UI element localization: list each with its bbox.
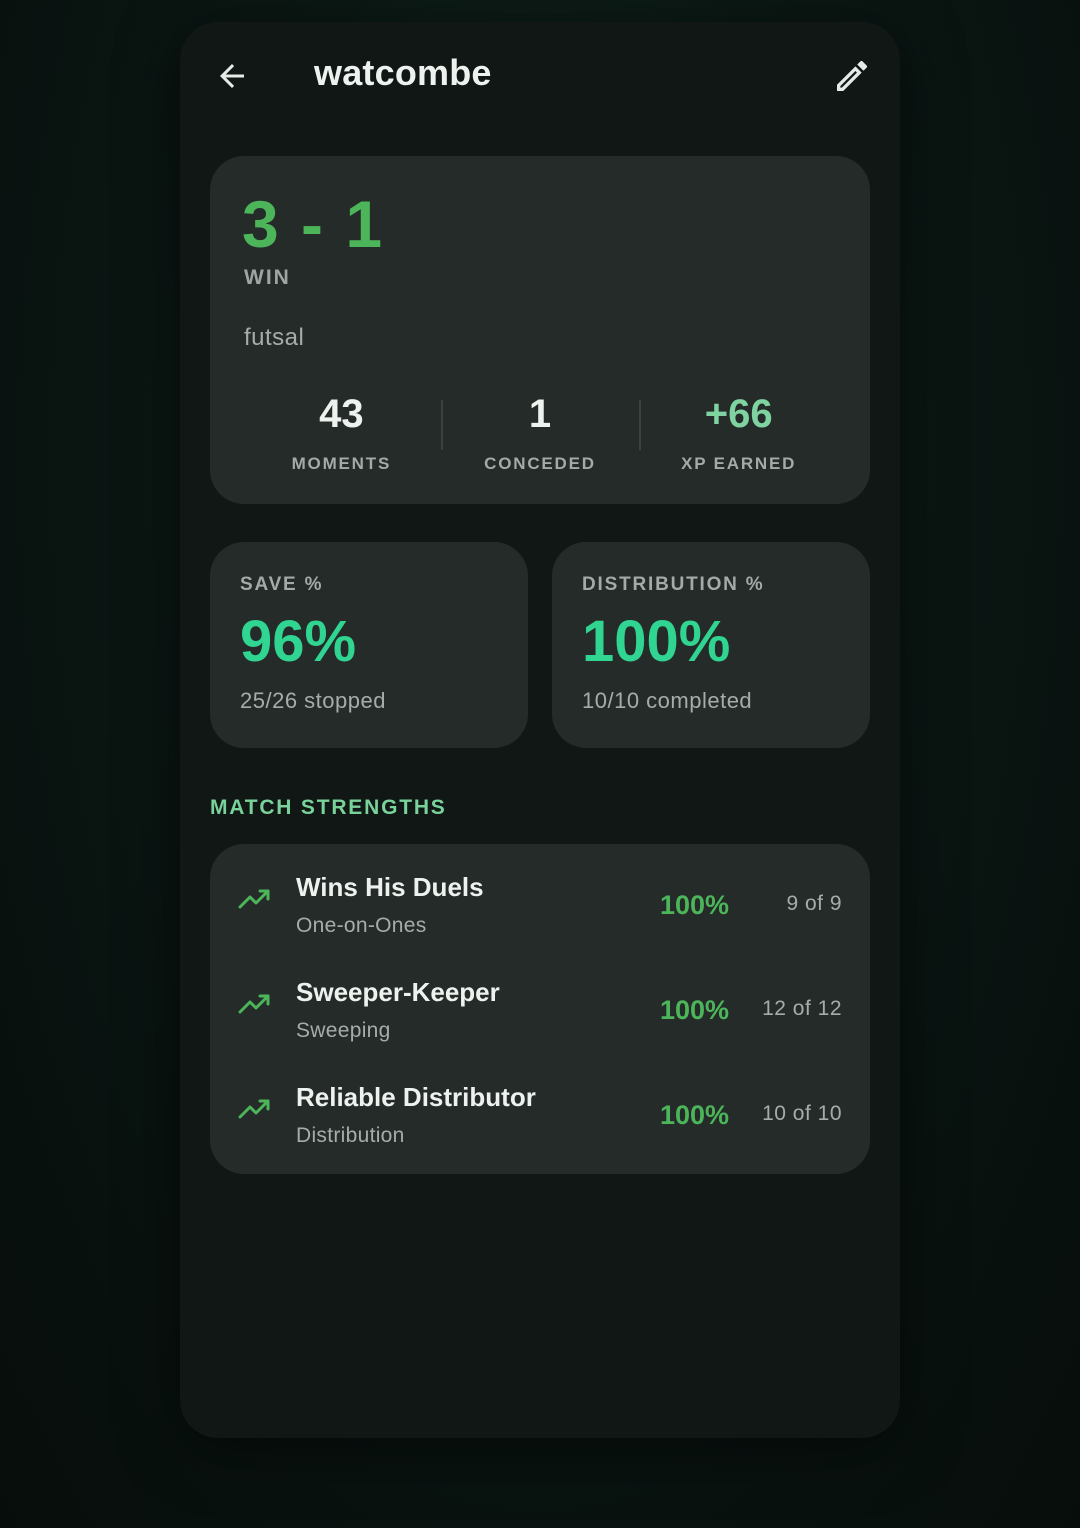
metric-value: 100%: [582, 609, 731, 674]
trending-up-icon: [238, 889, 270, 909]
arrow-left-icon: [220, 64, 244, 88]
strength-name: Sweeper-Keeper: [296, 977, 500, 1007]
stat-label: XP EARNED: [681, 454, 797, 473]
metric-label: DISTRIBUTION %: [582, 574, 765, 595]
trending-up-icon: [238, 1099, 270, 1119]
match-score: 3 - 1: [242, 187, 385, 261]
match-detail-screen: watcombe 3 - 1 WIN futsal 43 MOMENTS 1 C…: [180, 22, 900, 1438]
page-title: watcombe: [314, 52, 492, 93]
metric-label: SAVE %: [240, 574, 324, 595]
match-format: futsal: [244, 324, 305, 351]
strength-name: Wins His Duels: [296, 872, 484, 902]
strength-category: Distribution: [296, 1124, 405, 1147]
metric-subtext: 25/26 stopped: [240, 688, 386, 713]
strength-row[interactable]: Wins His Duels One-on-Ones 100% 9 of 9: [210, 844, 870, 949]
stat-label: CONCEDED: [484, 454, 596, 473]
strength-name: Reliable Distributor: [296, 1082, 536, 1112]
strength-row[interactable]: Reliable Distributor Distribution 100% 1…: [210, 1054, 870, 1159]
section-title: MATCH STRENGTHS: [210, 796, 447, 819]
match-summary-card: 3 - 1 WIN futsal 43 MOMENTS 1 CONCEDED +…: [210, 156, 870, 504]
metric-value: 96%: [240, 609, 357, 674]
trending-up-icon: [238, 994, 270, 1014]
distribution-percentage-card: DISTRIBUTION % 100% 10/10 completed: [552, 542, 870, 748]
stat-label: MOMENTS: [291, 454, 392, 473]
strength-count: 9 of 9: [786, 892, 842, 915]
stat-conceded: 1 CONCEDED: [440, 388, 640, 473]
match-result: WIN: [244, 266, 291, 289]
save-percentage-card: SAVE % 96% 25/26 stopped: [210, 542, 528, 748]
strength-percentage: 100%: [660, 1100, 730, 1130]
pencil-icon: [837, 60, 868, 91]
summary-stats: 43 MOMENTS 1 CONCEDED +66 XP EARNED: [242, 388, 838, 473]
strength-count: 12 of 12: [762, 997, 842, 1020]
strength-category: Sweeping: [296, 1019, 391, 1042]
top-app-bar: watcombe: [180, 22, 900, 132]
strength-category: One-on-Ones: [296, 914, 427, 937]
strength-row[interactable]: Sweeper-Keeper Sweeping 100% 12 of 12: [210, 949, 870, 1054]
metric-subtext: 10/10 completed: [582, 688, 753, 713]
back-button[interactable]: [210, 54, 254, 98]
stat-value: +66: [704, 392, 773, 436]
strength-count: 10 of 10: [762, 1102, 842, 1125]
stat-moments: 43 MOMENTS: [242, 388, 441, 473]
stat-value: 1: [528, 392, 552, 436]
match-strengths-card: Wins His Duels One-on-Ones 100% 9 of 9 S…: [210, 844, 870, 1174]
stat-xp-earned: +66 XP EARNED: [639, 388, 838, 473]
strength-percentage: 100%: [660, 995, 730, 1025]
edit-button[interactable]: [828, 52, 876, 100]
stat-value: 43: [319, 392, 364, 436]
strength-percentage: 100%: [660, 890, 730, 920]
